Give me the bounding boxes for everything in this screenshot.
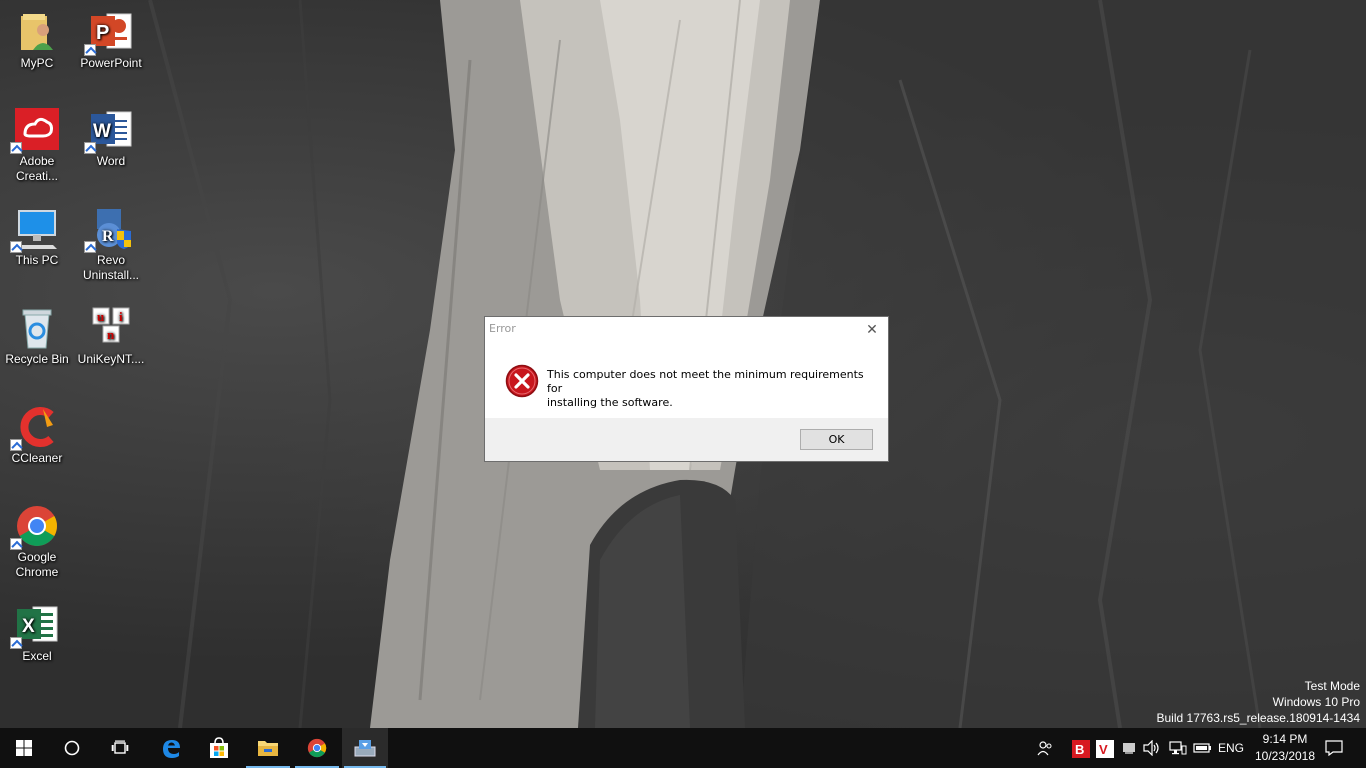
watermark-line-1: Test Mode [1304,679,1360,693]
unikey-icon: uin [87,306,135,350]
start-button[interactable] [0,728,48,768]
cortana-search-button[interactable] [48,728,96,768]
desktop-icon-label: Adobe Creati... [15,154,58,183]
desktop-icon-this-pc[interactable]: This PC [0,207,74,268]
installer-icon [354,740,376,757]
store-bag-icon [210,737,228,758]
svg-text:X: X [22,616,35,637]
svg-text:u: u [97,309,104,324]
chrome-icon [307,738,327,758]
recycle-bin-icon [13,306,61,350]
shortcut-arrow-icon [10,439,22,451]
desktop-icon-ccleaner[interactable]: CCleaner [0,405,74,466]
shortcut-arrow-icon [10,538,22,550]
edge-icon [163,740,180,758]
svg-text:B: B [1075,742,1084,757]
desktop-icon-recycle-bin[interactable]: Recycle Bin [0,306,74,367]
desktop-icon-label: Google Chrome [15,550,59,579]
clock-time: 9:14 PM [1262,732,1308,746]
close-icon[interactable]: ✕ [862,320,882,340]
desktop-icon-unikey[interactable]: uin UniKeyNT.... [74,306,148,367]
clock-date: 10/23/2018 [1254,749,1316,763]
taskbar-edge[interactable] [147,728,195,768]
test-mode-watermark: Test Mode Windows 10 Pro Build 17763.rs5… [1157,678,1361,726]
chrome-icon [10,504,61,550]
desktop-icon-label: Word [96,154,126,168]
shortcut-arrow-icon [84,142,96,154]
svg-text:V: V [1099,742,1108,757]
desktop-icon-mypc[interactable]: MyPC [0,10,74,71]
battery-icon[interactable] [1193,740,1213,756]
revo-uninstaller-icon: R [84,207,135,253]
desktop-icon-label: This PC [15,253,59,267]
task-view-button[interactable] [96,728,144,768]
shortcut-arrow-icon [84,44,96,56]
volume-icon[interactable] [1143,739,1161,757]
input-language[interactable]: ENG [1218,741,1244,755]
shortcut-arrow-icon [10,142,22,154]
taskbar-file-explorer[interactable] [244,728,292,768]
dialog-message-line-2: installing the software. [547,396,673,409]
usb-device-icon[interactable] [1121,740,1137,756]
desktop-icon-google-chrome[interactable]: Google Chrome [0,504,74,580]
folder-icon [258,741,278,756]
powerpoint-icon: P [84,10,135,56]
ok-button[interactable]: OK [800,429,873,450]
dialog-footer: OK [485,418,888,461]
desktop-icon-label: UniKeyNT.... [77,352,145,366]
ccleaner-icon [10,405,61,451]
desktop-icon-word[interactable]: W Word [74,108,148,169]
watermark-line-2: Windows 10 Pro [1272,695,1360,709]
desktop-icon-adobe-creative[interactable]: Adobe Creati... [0,108,74,184]
desktop-icon-revo-uninstaller[interactable]: R Revo Uninstall... [74,207,148,283]
user-folder-icon [13,10,61,54]
network-icon[interactable] [1169,740,1187,756]
computer-monitor-icon [10,207,61,253]
dialog-title: Error [489,322,516,335]
task-view-icon [111,740,129,754]
svg-text:n: n [107,327,115,342]
bkav-icon[interactable]: B [1072,740,1090,758]
svg-text:R: R [102,228,114,245]
desktop-icon-label: Revo Uninstall... [82,253,140,282]
dialog-message: This computer does not meet the minimum … [547,368,877,410]
taskbar-chrome[interactable] [293,728,341,768]
desktop-icon-label: Excel [22,649,52,663]
vietkey-icon[interactable]: V [1096,740,1114,758]
windows-logo-icon [16,740,32,756]
cortana-circle-icon [64,740,80,756]
desktop-icon-label: PowerPoint [80,56,142,70]
svg-text:i: i [119,309,123,324]
excel-icon: X [10,603,61,649]
shortcut-arrow-icon [10,637,22,649]
taskbar-installer[interactable] [342,728,388,768]
desktop-icon-powerpoint[interactable]: P PowerPoint [74,10,148,71]
desktop-icon-label: Recycle Bin [5,352,69,366]
desktop-icon-excel[interactable]: X Excel [0,603,74,664]
people-icon[interactable] [1037,740,1053,756]
taskbar-store[interactable] [195,728,243,768]
desktop-icon-label: CCleaner [11,451,63,465]
dialog-message-line-1: This computer does not meet the minimum … [547,368,864,395]
watermark-line-3: Build 17763.rs5_release.180914-1434 [1156,711,1361,725]
shortcut-arrow-icon [84,241,96,253]
system-clock[interactable]: 9:14 PM 10/23/2018 [1250,731,1320,765]
desktop-icon-label: MyPC [20,56,54,70]
svg-text:P: P [96,22,109,44]
word-icon: W [84,108,135,154]
error-icon [505,364,539,398]
svg-text:W: W [93,121,111,142]
error-dialog: Error ✕ This computer does not meet the … [484,316,889,462]
adobe-creative-cloud-icon [10,108,61,154]
action-center-icon[interactable] [1325,740,1343,757]
taskbar: B V ENG 9:14 PM 10/23/2018 [0,728,1366,768]
shortcut-arrow-icon [10,241,22,253]
